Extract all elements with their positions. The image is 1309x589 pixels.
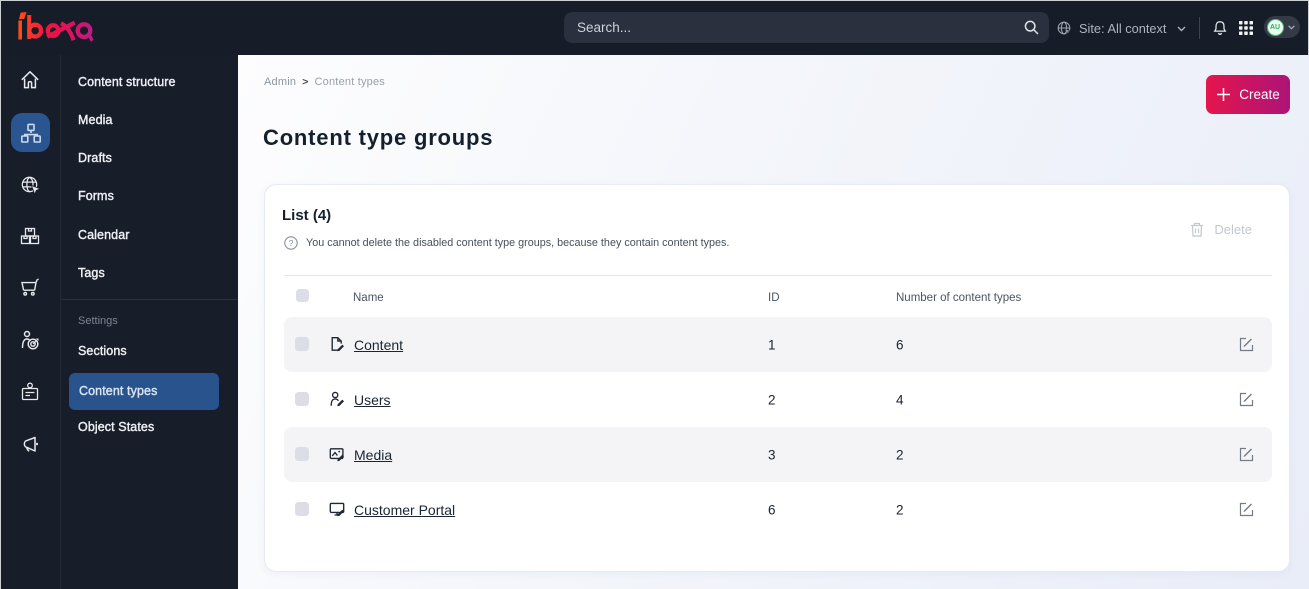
- svg-text:?: ?: [289, 238, 294, 248]
